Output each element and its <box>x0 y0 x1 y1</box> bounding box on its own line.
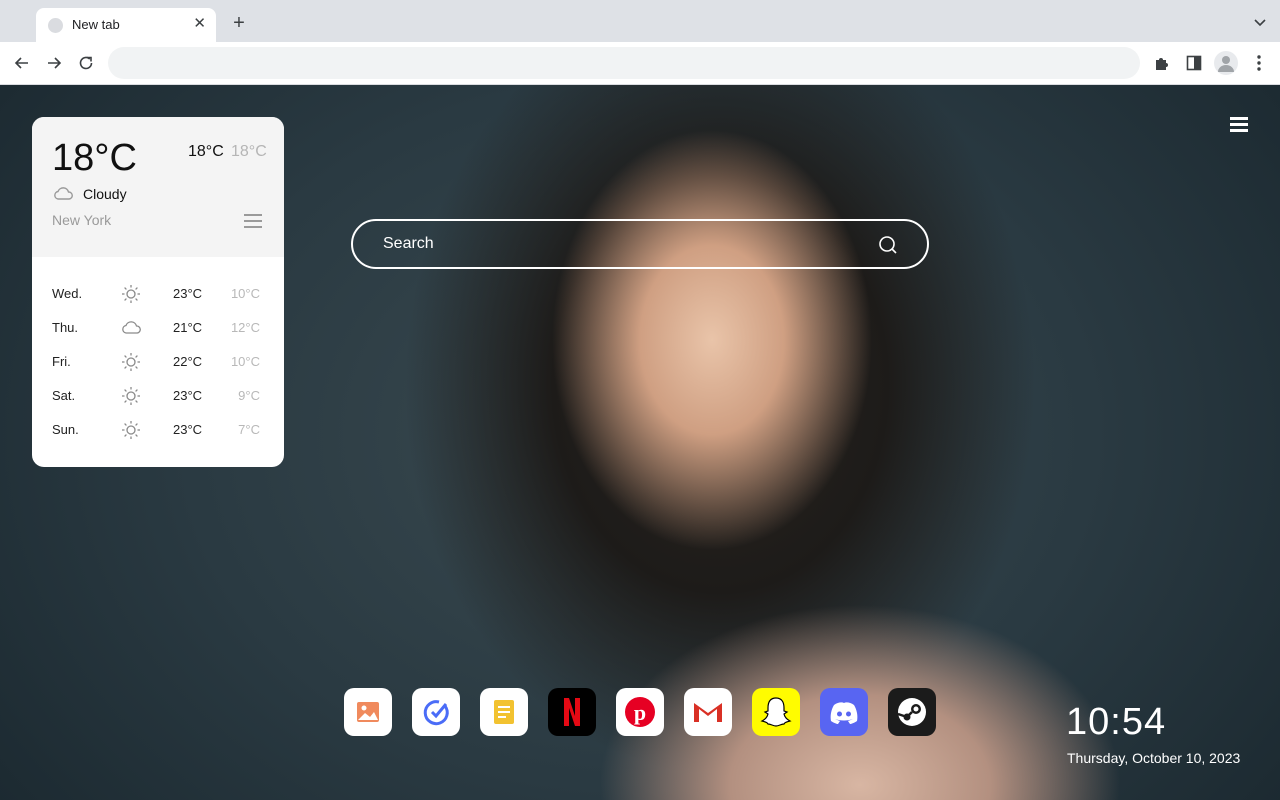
weather-current: 18°C 18°C 18°C Cloudy New York <box>32 117 284 257</box>
svg-text:p: p <box>634 700 646 725</box>
forecast-low: 7°C <box>238 422 260 437</box>
forecast-day: Thu. <box>52 320 79 335</box>
sun-icon <box>120 283 142 305</box>
profile-person-icon <box>1218 56 1234 72</box>
clock-date: Thursday, October 10, 2023 <box>1067 750 1241 766</box>
current-temperature: 18°C <box>52 137 137 179</box>
tab-favicon-icon <box>48 18 63 33</box>
sun-icon <box>120 385 142 407</box>
wallpaper-gallery-icon[interactable] <box>344 688 392 736</box>
sun-icon <box>120 419 142 441</box>
side-panel-icon[interactable] <box>1183 52 1205 74</box>
cloud-icon <box>54 187 73 200</box>
gmail-icon[interactable] <box>684 688 732 736</box>
sun-icon <box>120 351 142 373</box>
forecast-low: 10°C <box>230 286 260 301</box>
tab-title: New tab <box>72 17 120 32</box>
tab-strip: New tab ✕ + <box>0 0 1280 42</box>
reload-icon[interactable] <box>75 52 97 74</box>
forecast-low: 12°C <box>230 320 260 335</box>
tab-new-tab[interactable]: New tab ✕ <box>36 8 216 42</box>
forecast-row: Sat. 23°C 9°C <box>32 379 284 413</box>
browser-toolbar <box>0 42 1280 85</box>
kebab-menu-icon[interactable] <box>1248 52 1270 74</box>
extensions-puzzle-icon[interactable] <box>1151 52 1173 74</box>
discord-icon[interactable] <box>820 688 868 736</box>
forecast-day: Fri. <box>52 354 71 369</box>
forward-arrow-icon[interactable] <box>43 52 65 74</box>
tab-search-chevron-icon[interactable] <box>1252 14 1268 30</box>
forecast-low: 9°C <box>238 388 260 403</box>
search-icon[interactable] <box>877 234 899 256</box>
forecast-high: 23°C <box>173 388 203 403</box>
profile-avatar[interactable] <box>1214 51 1238 75</box>
search-box[interactable] <box>351 219 929 269</box>
netflix-icon[interactable] <box>548 688 596 736</box>
clock-time: 10:54 <box>1066 701 1167 743</box>
forecast-day: Sat. <box>52 388 76 403</box>
back-arrow-icon[interactable] <box>11 52 33 74</box>
forecast-day: Sun. <box>52 422 79 437</box>
notes-icon[interactable] <box>480 688 528 736</box>
steam-icon[interactable] <box>888 688 936 736</box>
forecast-row: Fri. 22°C 10°C <box>32 345 284 379</box>
forecast-row: Wed. 23°C 10°C <box>32 277 284 311</box>
today-high: 18°C <box>188 143 224 160</box>
weather-city: New York <box>52 212 112 228</box>
new-tab-button[interactable]: + <box>228 12 250 34</box>
address-bar[interactable] <box>108 47 1140 79</box>
forecast-high: 23°C <box>173 286 203 301</box>
tab-close-button[interactable]: ✕ <box>193 14 206 34</box>
pinterest-icon[interactable]: p <box>616 688 664 736</box>
task-check-icon[interactable] <box>412 688 460 736</box>
weather-condition: Cloudy <box>83 186 127 202</box>
weather-menu-icon[interactable] <box>244 214 262 228</box>
weather-widget: 18°C 18°C 18°C Cloudy New York Wed. 23°C 1… <box>32 117 284 467</box>
today-low: 18°C <box>231 143 267 160</box>
forecast-row: Thu. 21°C 12°C <box>32 311 284 345</box>
cloud-icon <box>120 317 142 339</box>
forecast-high: 23°C <box>173 422 203 437</box>
search-input[interactable] <box>383 233 863 255</box>
new-tab-page: 18°C 18°C 18°C Cloudy New York Wed. 23°C 1… <box>0 85 1280 800</box>
forecast-high: 21°C <box>173 320 203 335</box>
forecast-high: 22°C <box>173 354 203 369</box>
page-menu-icon[interactable] <box>1230 117 1248 133</box>
forecast-row: Sun. 23°C 7°C <box>32 413 284 447</box>
snapchat-icon[interactable] <box>752 688 800 736</box>
forecast-low: 10°C <box>230 354 260 369</box>
forecast-day: Wed. <box>52 286 83 301</box>
